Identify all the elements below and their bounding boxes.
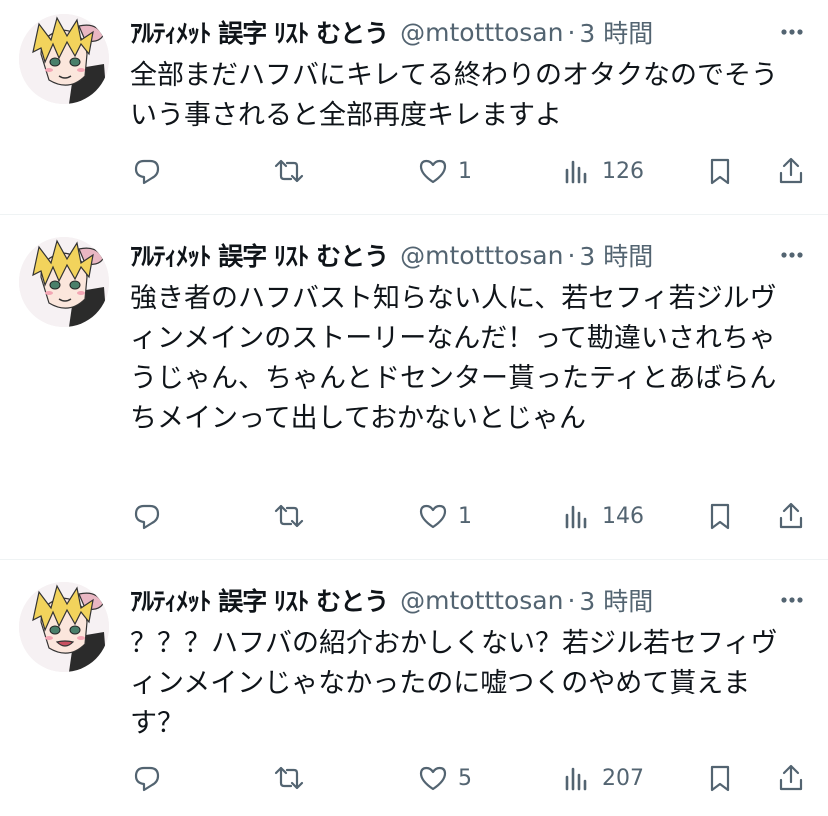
tweet-divider <box>0 214 828 215</box>
like-button[interactable]: 5 <box>418 758 472 798</box>
share-button[interactable] <box>776 758 806 798</box>
more-dots-icon[interactable] <box>776 584 808 616</box>
action-bar: 5 207 <box>0 758 828 798</box>
separator-dot: · <box>567 585 576 615</box>
views-button[interactable]: 207 <box>562 758 644 798</box>
display-name[interactable]: ｱﾙﾃｨﾒｯﾄ 誤字 ﾘｽﾄ むとう <box>130 237 389 273</box>
separator-dot: · <box>567 240 576 270</box>
views-button[interactable]: 126 <box>562 151 644 191</box>
heart-icon <box>418 156 448 186</box>
timestamp[interactable]: 3 時間 <box>579 14 653 50</box>
reply-icon <box>132 501 162 531</box>
username[interactable]: @mtotttosan <box>400 241 563 270</box>
bookmark-icon <box>705 501 735 531</box>
like-button[interactable]: 1 <box>418 151 472 191</box>
avatar[interactable] <box>19 582 109 672</box>
reply-button[interactable] <box>132 496 172 536</box>
bookmark-button[interactable] <box>705 758 735 798</box>
views-chart-icon <box>562 763 592 793</box>
reply-button[interactable] <box>132 151 172 191</box>
like-count: 1 <box>458 158 472 184</box>
retweet-button[interactable] <box>274 758 314 798</box>
share-button[interactable] <box>776 151 806 191</box>
share-icon <box>776 763 806 793</box>
views-chart-icon <box>562 156 592 186</box>
timeline-feed: ｱﾙﾃｨﾒｯﾄ 誤字 ﾘｽﾄ むとう @mtotttosan · 3 時間 全部… <box>0 0 828 816</box>
reply-button[interactable] <box>132 758 172 798</box>
bookmark-icon <box>705 763 735 793</box>
tweet-text: ？？？ハフバの紹介おかしくない？若ジル若セフィヴィンメインじゃなかったのに嘘つく… <box>130 628 778 739</box>
more-dots-icon[interactable] <box>776 239 808 271</box>
tweet[interactable]: ｱﾙﾃｨﾒｯﾄ 誤字 ﾘｽﾄ むとう @mtotttosan · 3 時間 ？？… <box>0 568 828 816</box>
retweet-button[interactable] <box>274 496 314 536</box>
bookmark-button[interactable] <box>705 496 735 536</box>
tweet-divider <box>0 559 828 560</box>
reply-icon <box>132 156 162 186</box>
like-button[interactable]: 1 <box>418 496 472 536</box>
more-dots-icon[interactable] <box>776 16 808 48</box>
tweet[interactable]: ｱﾙﾃｨﾒｯﾄ 誤字 ﾘｽﾄ むとう @mtotttosan · 3 時間 全部… <box>0 0 828 214</box>
tweet[interactable]: ｱﾙﾃｨﾒｯﾄ 誤字 ﾘｽﾄ むとう @mtotttosan · 3 時間 強き… <box>0 223 828 559</box>
username[interactable]: @mtotttosan <box>400 586 563 615</box>
action-bar: 1 126 <box>0 151 828 191</box>
views-chart-icon <box>562 501 592 531</box>
share-icon <box>776 156 806 186</box>
retweet-icon <box>274 156 304 186</box>
tweet-header: ｱﾙﾃｨﾒｯﾄ 誤字 ﾘｽﾄ むとう @mtotttosan · 3 時間 <box>130 235 808 275</box>
like-count: 1 <box>458 503 472 529</box>
retweet-icon <box>274 763 304 793</box>
view-count: 126 <box>602 158 644 184</box>
action-bar: 1 146 <box>0 496 828 536</box>
reply-icon <box>132 763 162 793</box>
tweet-text: 強き者のハフバスト知らない人に、若セフィ若ジルヴィンメインのストーリーなんだ！っ… <box>130 283 777 434</box>
views-button[interactable]: 146 <box>562 496 644 536</box>
bookmark-icon <box>705 156 735 186</box>
heart-icon <box>418 501 448 531</box>
share-button[interactable] <box>776 496 806 536</box>
timestamp[interactable]: 3 時間 <box>579 237 653 273</box>
like-count: 5 <box>458 765 472 791</box>
username[interactable]: @mtotttosan <box>400 18 563 47</box>
retweet-button[interactable] <box>274 151 314 191</box>
retweet-icon <box>274 501 304 531</box>
share-icon <box>776 501 806 531</box>
separator-dot: · <box>567 17 576 47</box>
avatar[interactable] <box>19 237 109 327</box>
avatar[interactable] <box>19 14 109 104</box>
display-name[interactable]: ｱﾙﾃｨﾒｯﾄ 誤字 ﾘｽﾄ むとう <box>130 582 389 618</box>
tweet-header: ｱﾙﾃｨﾒｯﾄ 誤字 ﾘｽﾄ むとう @mtotttosan · 3 時間 <box>130 580 808 620</box>
tweet-text: 全部まだハフバにキレてる終わりのオタクなのでそういう事されると全部再度キレますよ <box>130 60 778 131</box>
timestamp[interactable]: 3 時間 <box>579 582 653 618</box>
tweet-header: ｱﾙﾃｨﾒｯﾄ 誤字 ﾘｽﾄ むとう @mtotttosan · 3 時間 <box>130 12 808 52</box>
bookmark-button[interactable] <box>705 151 735 191</box>
display-name[interactable]: ｱﾙﾃｨﾒｯﾄ 誤字 ﾘｽﾄ むとう <box>130 14 389 50</box>
view-count: 146 <box>602 503 644 529</box>
view-count: 207 <box>602 765 644 791</box>
heart-icon <box>418 763 448 793</box>
